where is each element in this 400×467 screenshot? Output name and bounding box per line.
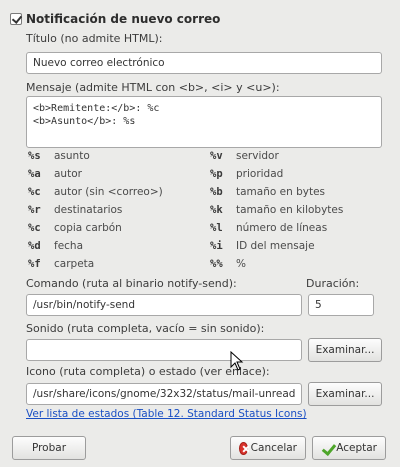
message-label: Mensaje (admite HTML con <b>, <i> y <u>)…	[26, 81, 280, 94]
message-textarea[interactable]: <b>Remitente:</b>: %c <b>Asunto</b>: %s	[26, 96, 382, 148]
duration-input[interactable]: 5	[308, 294, 374, 316]
legend-item: %r destinatarios	[28, 204, 123, 216]
sound-browse-label: Examinar...	[315, 344, 375, 356]
test-button-label: Probar	[31, 442, 67, 454]
cancel-button[interactable]: Cancelar	[230, 436, 306, 460]
cancel-icon	[239, 441, 248, 455]
legend-item: %c copia carbón	[28, 222, 122, 234]
notification-settings-pane: Notificación de nuevo correo Título (no …	[4, 2, 395, 464]
accept-button-label: Aceptar	[336, 442, 377, 454]
icon-browse-label: Examinar...	[315, 388, 375, 400]
legend-item: %c autor (sin <correo>)	[28, 186, 163, 198]
legend-item: %%%	[210, 258, 246, 270]
command-input[interactable]: /usr/bin/notify-send	[26, 294, 302, 316]
test-button[interactable]: Probar	[12, 436, 86, 460]
message-line: <b>Remitente:</b>: %c	[33, 103, 160, 114]
icon-input[interactable]: /usr/share/icons/gnome/32x32/status/mail…	[26, 383, 302, 405]
legend-item: %k tamaño en kilobytes	[210, 204, 344, 216]
command-input-value: /usr/bin/notify-send	[33, 299, 135, 311]
message-line: <b>Asunto</b>: %s	[33, 116, 136, 127]
accept-button[interactable]: Aceptar	[312, 436, 386, 460]
enable-notification-checkbox[interactable]	[10, 13, 22, 25]
legend-item: %l número de líneas	[210, 222, 328, 234]
sound-label: Sonido (ruta completa, vacío = sin sonid…	[26, 322, 265, 335]
command-label: Comando (ruta al binario notify-send):	[26, 277, 237, 290]
duration-input-value: 5	[315, 299, 322, 311]
legend-item: %b tamaño en bytes	[210, 186, 326, 198]
title-label: Título (no admite HTML):	[26, 32, 163, 45]
icon-browse-button[interactable]: Examinar...	[308, 382, 382, 406]
sound-browse-button[interactable]: Examinar...	[308, 338, 382, 362]
title-input-value: Nuevo correo electrónico	[33, 57, 165, 69]
new-mail-notification-header[interactable]: Notificación de nuevo correo	[10, 12, 220, 26]
cancel-button-label: Cancelar	[250, 442, 297, 454]
section-title: Notificación de nuevo correo	[26, 12, 221, 26]
legend-item: %s asunto	[28, 150, 90, 162]
legend-item: %a autor	[28, 168, 82, 180]
checkmark-icon	[321, 442, 333, 455]
legend-item: %v servidor	[210, 150, 279, 162]
mouse-pointer-icon	[230, 351, 244, 371]
sound-input[interactable]	[26, 339, 302, 361]
legend-item: %p prioridad	[210, 168, 284, 180]
duration-label: Duración:	[306, 277, 360, 290]
title-input[interactable]: Nuevo correo electrónico	[26, 52, 382, 74]
legend-item: %f carpeta	[28, 258, 95, 270]
legend-item: %d fecha	[28, 240, 84, 252]
status-icons-link[interactable]: Ver lista de estados (Table 12. Standard…	[26, 408, 307, 420]
icon-input-value: /usr/share/icons/gnome/32x32/status/mail…	[33, 388, 296, 400]
legend-item: %i ID del mensaje	[210, 240, 315, 252]
